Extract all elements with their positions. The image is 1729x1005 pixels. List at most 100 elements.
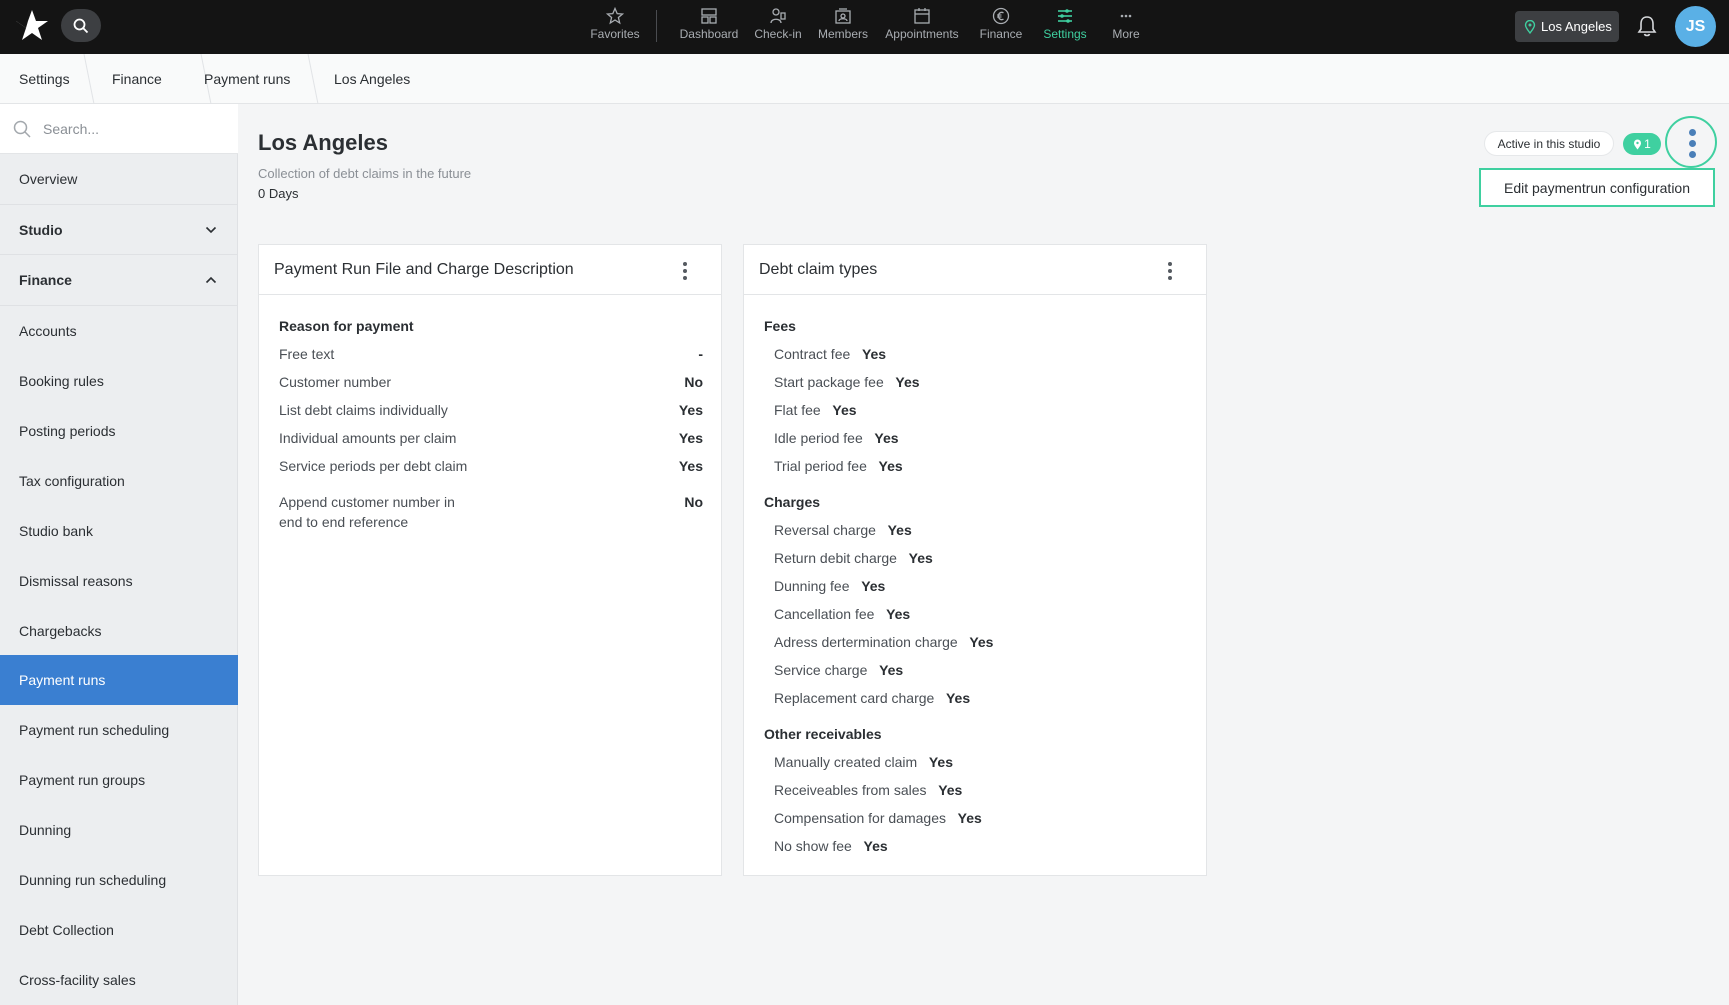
row-label: Receiveables from sales bbox=[774, 782, 927, 798]
claim-row: Flat fee Yes bbox=[774, 402, 857, 418]
nav-members[interactable]: Members bbox=[803, 4, 883, 50]
row-value: Yes bbox=[957, 810, 982, 826]
row-label: Flat fee bbox=[774, 402, 821, 418]
sidebar-item-label: Studio bbox=[19, 221, 63, 238]
breadcrumb-finance[interactable]: Finance bbox=[112, 54, 162, 104]
row-value: Yes bbox=[878, 458, 903, 474]
claim-row: Manually created claim Yes bbox=[774, 754, 953, 770]
sidebar-section-studio[interactable]: Studio bbox=[0, 204, 238, 255]
row-value: Yes bbox=[861, 578, 886, 594]
sidebar-item-label: Dismissal reasons bbox=[19, 573, 133, 589]
claim-row: Return debit charge Yes bbox=[774, 550, 933, 566]
sidebar-item-label: Dunning bbox=[19, 822, 72, 838]
nav-label: Dashboard bbox=[679, 27, 739, 41]
payment-run-file-card: Payment Run File and Charge Description … bbox=[258, 244, 722, 876]
row-label: Contract fee bbox=[774, 346, 851, 362]
row-value: Yes bbox=[969, 634, 994, 650]
card-more-options-icon[interactable] bbox=[1168, 262, 1172, 283]
row-value: Yes bbox=[895, 374, 920, 390]
row-value: Yes bbox=[928, 754, 953, 770]
calendar-icon bbox=[914, 8, 930, 24]
nav-label: Favorites bbox=[590, 27, 640, 41]
nav-label: Finance bbox=[979, 27, 1023, 41]
sidebar-item-label: Accounts bbox=[19, 323, 77, 339]
row-label: Reversal charge bbox=[774, 522, 876, 538]
top-navigation-bar: Favorites Dashboard Check-in Members App… bbox=[0, 0, 1729, 54]
sidebar-item-debt-collection[interactable]: Debt Collection bbox=[0, 905, 238, 955]
sidebar-item-payment-run-scheduling[interactable]: Payment run scheduling bbox=[0, 705, 238, 755]
nav-favorites[interactable]: Favorites bbox=[575, 4, 655, 50]
sidebar-item-label: Payment runs bbox=[19, 672, 106, 688]
card-title: Debt claim types bbox=[744, 245, 1206, 295]
members-icon bbox=[835, 8, 851, 24]
sidebar-item-booking-rules[interactable]: Booking rules bbox=[0, 356, 238, 406]
location-count-badge[interactable]: 1 bbox=[1623, 133, 1661, 155]
row-value: Yes bbox=[863, 838, 888, 854]
claim-row: Contract fee Yes bbox=[774, 346, 886, 362]
nav-divider bbox=[656, 10, 657, 42]
nav-appointments[interactable]: Appointments bbox=[883, 4, 961, 50]
sidebar-section-finance[interactable]: Finance bbox=[0, 255, 238, 306]
sidebar-item-tax-configuration[interactable]: Tax configuration bbox=[0, 456, 238, 506]
kebab-dot bbox=[1689, 129, 1696, 136]
sidebar-item-dunning-run-scheduling[interactable]: Dunning run scheduling bbox=[0, 855, 238, 905]
row-value: Yes bbox=[945, 690, 971, 706]
claim-row: No show fee Yes bbox=[774, 838, 888, 854]
sidebar-item-posting-periods[interactable]: Posting periods bbox=[0, 406, 238, 456]
sidebar-search-input[interactable]: Search... bbox=[0, 104, 238, 154]
sidebar-item-studio-bank[interactable]: Studio bank bbox=[0, 506, 238, 556]
row-value: Yes bbox=[938, 782, 963, 798]
global-search-button[interactable] bbox=[61, 9, 101, 42]
bell-icon[interactable] bbox=[1636, 14, 1658, 38]
chevron-down-icon bbox=[205, 226, 217, 233]
edit-paymentrun-configuration-menu-item[interactable]: Edit paymentrun configuration bbox=[1479, 168, 1715, 207]
row-value: Yes bbox=[678, 430, 703, 446]
row-value: - bbox=[698, 346, 703, 362]
sidebar-item-payment-runs[interactable]: Payment runs bbox=[0, 655, 238, 705]
logo-star-icon[interactable] bbox=[14, 8, 50, 44]
user-avatar[interactable]: JS bbox=[1675, 6, 1716, 47]
row-value: Yes bbox=[887, 522, 912, 538]
card-more-options-icon[interactable] bbox=[683, 262, 687, 283]
claim-row: Service charge Yes bbox=[774, 662, 903, 678]
row-label: Append customer number in bbox=[279, 494, 455, 510]
row-value: Yes bbox=[861, 346, 887, 362]
group-heading: Other receivables bbox=[764, 726, 882, 742]
row-value: Yes bbox=[678, 402, 703, 418]
sidebar-item-label: Booking rules bbox=[19, 373, 104, 389]
count-value: 1 bbox=[1644, 137, 1651, 151]
claim-row: Dunning fee Yes bbox=[774, 578, 885, 594]
sidebar-item-dismissal-reasons[interactable]: Dismissal reasons bbox=[0, 556, 238, 606]
nav-more[interactable]: More bbox=[1086, 4, 1166, 50]
sidebar-item-accounts[interactable]: Accounts bbox=[0, 306, 238, 356]
sidebar-item-payment-run-groups[interactable]: Payment run groups bbox=[0, 755, 238, 805]
row-value: No bbox=[684, 374, 703, 390]
more-options-button[interactable] bbox=[1665, 116, 1717, 168]
claim-row: Start package fee Yes bbox=[774, 374, 920, 390]
sidebar-item-overview[interactable]: Overview bbox=[0, 154, 238, 204]
sidebar-item-label: Cross-facility sales bbox=[19, 972, 136, 988]
sidebar-item-chargebacks[interactable]: Chargebacks bbox=[0, 606, 238, 656]
sidebar-item-cross-facility-sales[interactable]: Cross-facility sales bbox=[0, 955, 238, 1005]
row-value: No bbox=[684, 494, 703, 510]
sidebar-item-label: Payment run scheduling bbox=[19, 722, 170, 738]
location-selector[interactable]: Los Angeles bbox=[1515, 11, 1619, 42]
row-label: Return debit charge bbox=[774, 550, 897, 566]
row-label: end to end reference bbox=[279, 514, 409, 530]
detail-row: Append customer number in end to end ref… bbox=[279, 494, 703, 534]
claim-row: Replacement card charge Yes bbox=[774, 690, 970, 706]
row-label: Service charge bbox=[774, 662, 868, 678]
location-label: Los Angeles bbox=[1541, 19, 1612, 34]
nav-dashboard[interactable]: Dashboard bbox=[669, 4, 749, 50]
settings-sidebar: Search... Overview Studio Finance Accoun… bbox=[0, 104, 238, 1005]
claim-row: Reversal charge Yes bbox=[774, 522, 912, 538]
breadcrumb-los-angeles: Los Angeles bbox=[334, 71, 411, 87]
breadcrumb-settings[interactable]: Settings bbox=[19, 54, 70, 104]
sidebar-item-label: Debt Collection bbox=[19, 922, 114, 938]
chevron-up-icon bbox=[205, 276, 217, 284]
sidebar-item-dunning[interactable]: Dunning bbox=[0, 805, 238, 855]
row-label: Free text bbox=[279, 346, 335, 362]
nav-label: Appointments bbox=[885, 27, 959, 41]
check-in-icon bbox=[770, 8, 786, 24]
breadcrumb-payment-runs[interactable]: Payment runs bbox=[204, 54, 290, 104]
